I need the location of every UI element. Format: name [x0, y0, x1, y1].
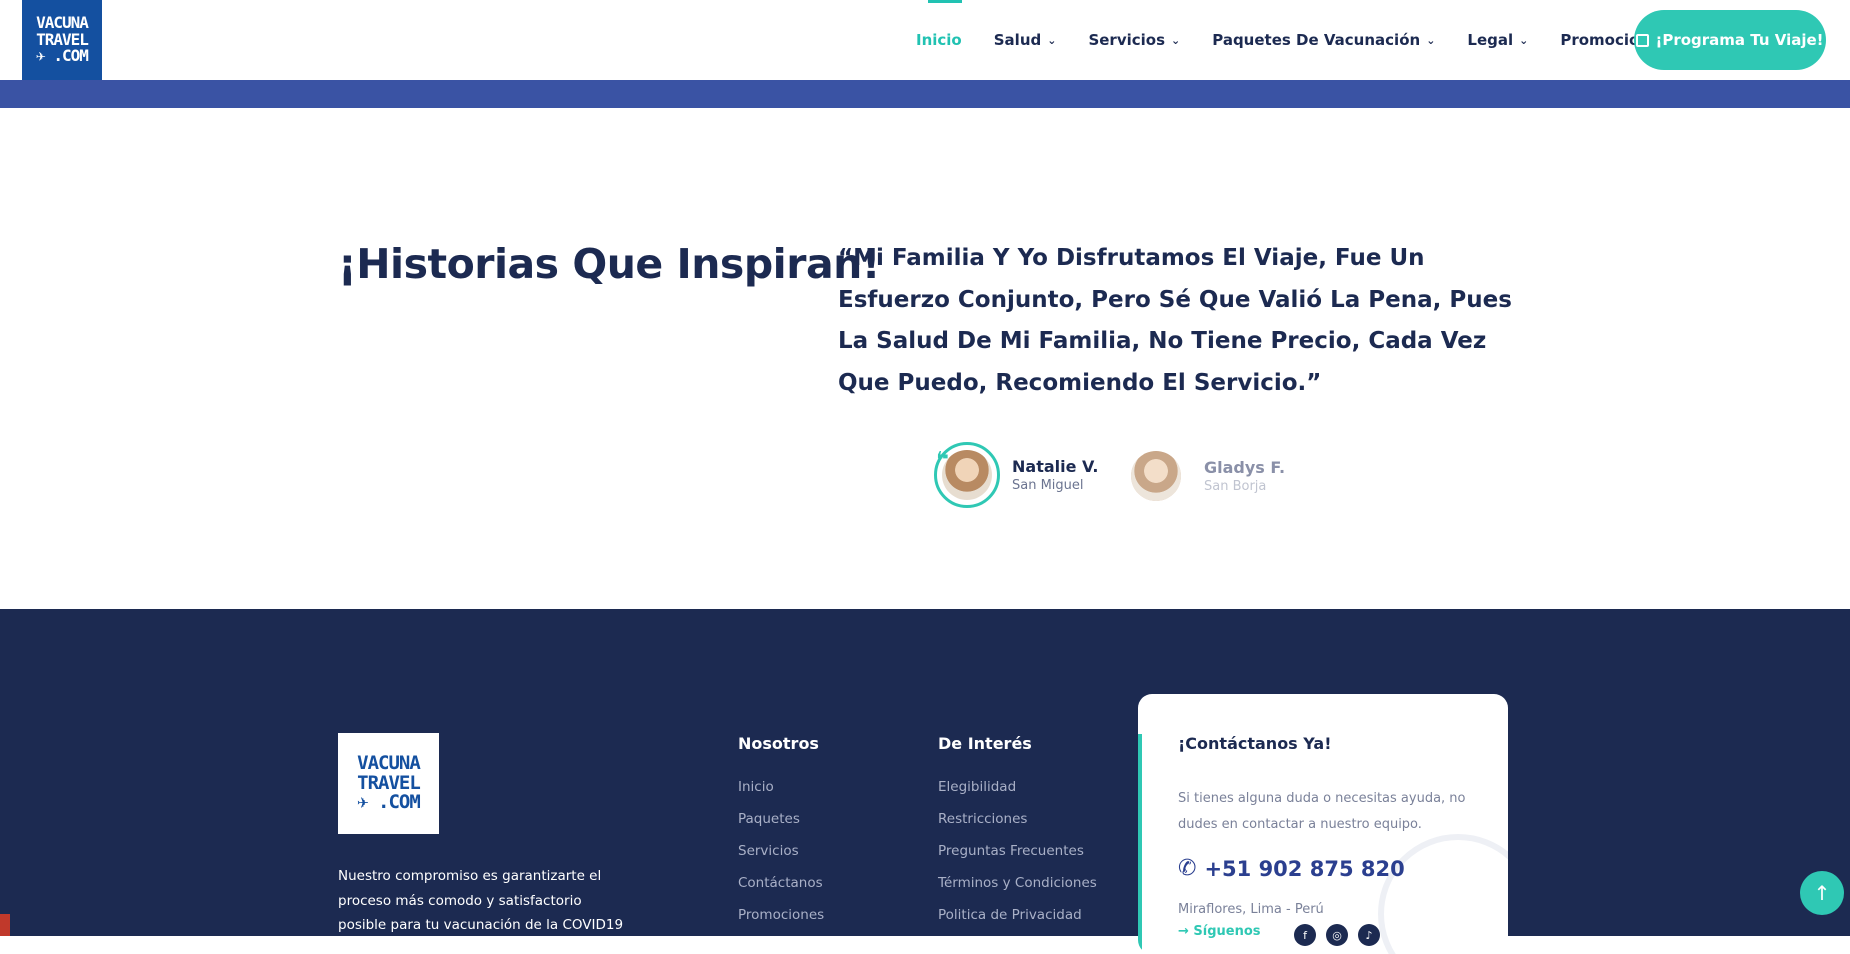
chevron-down-icon: ⌄: [1519, 33, 1529, 47]
instagram-icon[interactable]: ◎: [1326, 924, 1348, 946]
testimonial-person-gladys[interactable]: Gladys F. San Borja: [1131, 451, 1285, 501]
nav-item-salud[interactable]: Salud ⌄: [978, 0, 1073, 80]
footer-link-inicio[interactable]: Inicio: [738, 771, 824, 803]
chevron-down-icon: ⌄: [1171, 33, 1181, 47]
contact-phone[interactable]: ✆ +51 902 875 820: [1178, 856, 1405, 881]
contact-title: ¡Contáctanos Ya!: [1178, 734, 1332, 753]
footer-column-title: De Interés: [938, 734, 1032, 753]
footer-link-privacidad[interactable]: Politica de Privacidad: [938, 899, 1097, 931]
nav-label: Salud: [993, 31, 1042, 49]
follow-link[interactable]: → Síguenos: [1178, 924, 1261, 939]
header-band: [0, 80, 1850, 108]
footer-link-paquetes[interactable]: Paquetes: [738, 803, 824, 835]
calendar-icon: [1636, 33, 1650, 47]
footer-link-promociones[interactable]: Promociones: [738, 899, 824, 931]
footer-column-title: Nosotros: [738, 734, 819, 753]
footer-description: Nuestro compromiso es garantizarte el pr…: [338, 868, 624, 933]
nav-label: Paquetes De Vacunación: [1212, 31, 1421, 49]
site-header: VACUNA TRAVEL ✈ .COM Inicio Salud ⌄ Servi…: [0, 0, 1850, 80]
nav-item-servicios[interactable]: Servicios ⌄: [1072, 0, 1196, 80]
footer-column-de-interes: De Interés Elegibilidad Restricciones Pr…: [938, 734, 1097, 931]
corner-widget[interactable]: [0, 914, 10, 936]
footer-link-elegibilidad[interactable]: Elegibilidad: [938, 771, 1097, 803]
site-logo[interactable]: VACUNA TRAVEL ✈ .COM: [22, 0, 102, 80]
footer-column-nosotros: Nosotros Inicio Paquetes Servicios Contá…: [738, 734, 824, 931]
main-nav: Inicio Salud ⌄ Servicios ⌄ Paquetes De Vac…: [900, 0, 1685, 80]
nav-item-legal[interactable]: Legal ⌄: [1451, 0, 1544, 80]
person-name: Natalie V.: [1012, 457, 1099, 476]
footer-link-restricciones[interactable]: Restricciones: [938, 803, 1097, 835]
phone-watermark-icon: [1378, 834, 1508, 954]
nav-item-inicio[interactable]: Inicio: [900, 0, 978, 80]
schedule-trip-button[interactable]: ¡Programa Tu Viaje!: [1634, 10, 1826, 70]
contact-card: ¡Contáctanos Ya! Si tienes alguna duda o…: [1138, 694, 1508, 954]
person-location: San Borja: [1204, 479, 1267, 494]
nav-label: Servicios: [1088, 31, 1166, 49]
person-location: San Miguel: [1012, 478, 1084, 493]
testimonial-person-natalie[interactable]: Natalie V. San Miguel: [934, 442, 1098, 508]
testimonial-quote: “Mi Familia Y Yo Disfrutamos El Viaje, F…: [838, 245, 1512, 396]
logo-line-2: TRAVEL: [357, 771, 421, 794]
testimonials-title: ¡Historias Que Inspiran!: [338, 240, 881, 288]
nav-label: Inicio: [916, 31, 962, 49]
nav-label: Legal: [1467, 31, 1514, 49]
phone-number: +51 902 875 820: [1204, 856, 1405, 881]
avatar: [1131, 451, 1181, 501]
footer-link-faq[interactable]: Preguntas Frecuentes: [938, 835, 1097, 867]
logo-line-3: ✈ .COM: [36, 46, 89, 66]
chevron-down-icon: ⌄: [1047, 33, 1057, 47]
footer-logo[interactable]: VACUNA TRAVEL ✈ .COM: [338, 733, 439, 834]
logo-line-3: ✈ .COM: [357, 791, 421, 814]
facebook-icon[interactable]: f: [1294, 924, 1316, 946]
nav-item-paquetes[interactable]: Paquetes De Vacunación ⌄: [1196, 0, 1451, 80]
logo-line-1: VACUNA: [357, 751, 421, 774]
scroll-to-top-button[interactable]: ↑: [1800, 871, 1844, 915]
contact-text: Si tienes alguna duda o necesitas ayuda,…: [1178, 791, 1466, 832]
cta-label: ¡Programa Tu Viaje!: [1655, 31, 1824, 49]
site-footer: [0, 609, 1850, 936]
tiktok-icon[interactable]: ♪: [1358, 924, 1380, 946]
footer-link-terminos[interactable]: Términos y Condiciones: [938, 867, 1097, 899]
footer-link-servicios[interactable]: Servicios: [738, 835, 824, 867]
chevron-down-icon: ⌄: [1426, 33, 1436, 47]
footer-link-contactanos[interactable]: Contáctanos: [738, 867, 824, 899]
contact-address: Miraflores, Lima - Perú: [1178, 902, 1324, 917]
quote-icon: ❝: [936, 448, 949, 473]
person-name: Gladys F.: [1204, 458, 1286, 477]
phone-icon: ✆: [1178, 856, 1197, 881]
